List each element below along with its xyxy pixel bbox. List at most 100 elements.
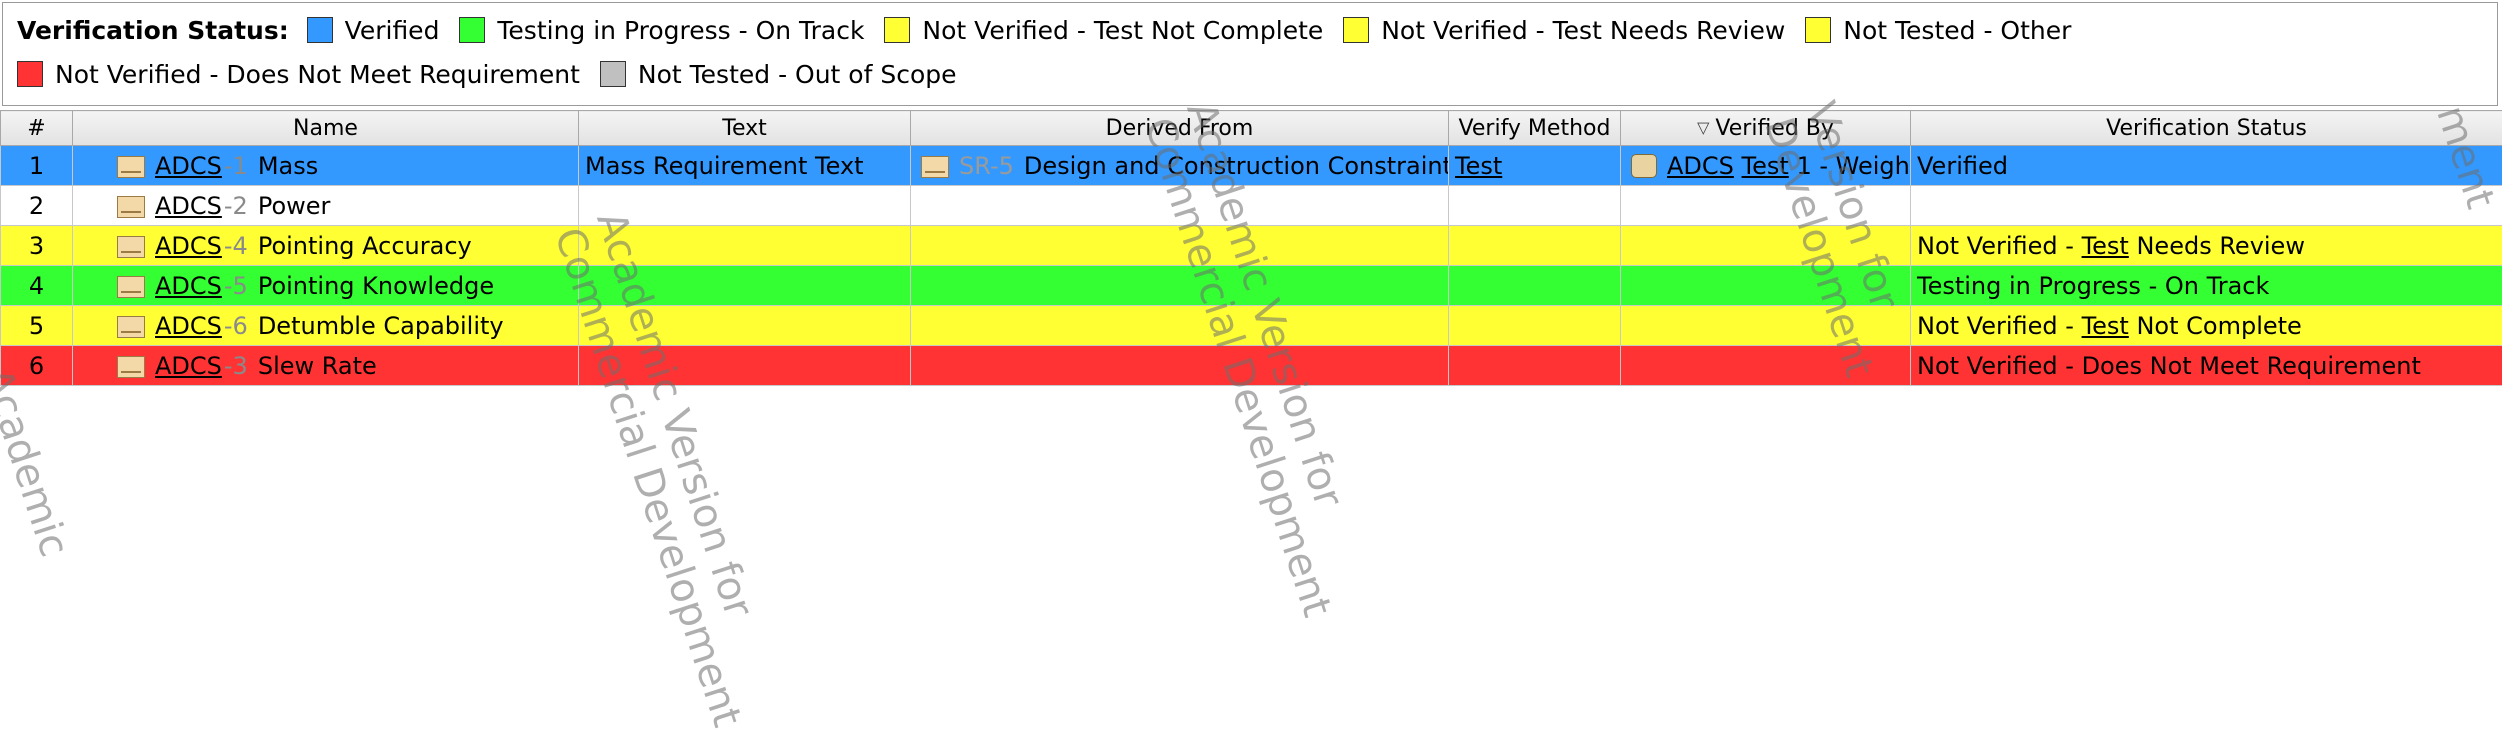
column-header-derived-from[interactable]: Derived From	[911, 111, 1449, 146]
requirement-id: -5	[224, 272, 248, 300]
text-cell[interactable]	[579, 306, 911, 346]
verified-by-cell[interactable]: ADCS Test 1 - Weigh	[1621, 146, 1911, 186]
table-row[interactable]: 5 ADCS-6 Detumble Capability Not Verified…	[1, 306, 2502, 346]
sort-descending-icon: ▽	[1697, 118, 1709, 137]
requirement-id: -3	[224, 352, 248, 380]
verification-status-cell[interactable]: Not Verified - Test Needs Review	[1911, 226, 2502, 266]
table-row[interactable]: 4 ADCS-5Pointing Knowledge Testing in Pr…	[1, 266, 2502, 306]
column-header-num[interactable]: #	[1, 111, 73, 146]
text-cell[interactable]: Mass Requirement Text	[579, 146, 911, 186]
column-header-verified-by[interactable]: ▽Verified By	[1621, 111, 1911, 146]
row-number: 2	[1, 186, 73, 226]
verify-method-cell[interactable]	[1449, 226, 1621, 266]
verify-method-cell[interactable]	[1449, 306, 1621, 346]
text-cell[interactable]	[579, 186, 911, 226]
requirement-name: Slew Rate	[258, 352, 377, 380]
requirement-prefix-link[interactable]: ADCS	[155, 232, 222, 260]
derived-from-cell[interactable]	[911, 266, 1449, 306]
table-row[interactable]: 6 ADCS-3Slew Rate Not Verified - Does No…	[1, 346, 2502, 386]
legend-item-testing-in-progress: Testing in Progress - On Track	[459, 9, 864, 53]
requirement-id: -6	[224, 312, 248, 340]
name-cell[interactable]: ADCS-2 Power	[73, 186, 579, 226]
requirement-name: Pointing Accuracy	[258, 232, 472, 260]
text-cell[interactable]	[579, 266, 911, 306]
watermark-text: Academic	[0, 362, 78, 563]
legend-item-test-not-complete: Not Verified - Test Not Complete	[884, 9, 1323, 53]
legend-swatch	[884, 17, 910, 43]
requirement-icon	[117, 196, 145, 218]
verified-by-cell[interactable]	[1621, 306, 1911, 346]
requirement-name: Detumble Capability	[258, 312, 504, 340]
requirement-prefix-link[interactable]: ADCS	[155, 272, 222, 300]
verified-by-cell[interactable]	[1621, 266, 1911, 306]
verify-method-cell[interactable]: Test	[1449, 146, 1621, 186]
verification-status-cell[interactable]: Not Verified - Test Not Complete	[1911, 306, 2502, 346]
requirement-icon	[117, 276, 145, 298]
derived-from-cell[interactable]: SR-5Design and Construction Constraints	[911, 146, 1449, 186]
legend-item-not-tested-other: Not Tested - Other	[1805, 9, 2071, 53]
derived-from-cell[interactable]	[911, 306, 1449, 346]
text-cell[interactable]	[579, 226, 911, 266]
row-number: 1	[1, 146, 73, 186]
verified-by-cell[interactable]	[1621, 346, 1911, 386]
name-cell[interactable]: ADCS-4 Pointing Accuracy	[73, 226, 579, 266]
derived-from-cell[interactable]	[911, 186, 1449, 226]
legend-row-2: Not Verified - Does Not Meet Requirement…	[17, 53, 2497, 97]
name-cell[interactable]: ADCS-1 Mass	[73, 146, 579, 186]
table-header-row: # Name Text Derived From Verify Method ▽…	[1, 111, 2502, 146]
verify-method-cell[interactable]	[1449, 266, 1621, 306]
verification-status-cell[interactable]: Verified	[1911, 146, 2502, 186]
verified-by-cell[interactable]	[1621, 186, 1911, 226]
requirement-prefix-link[interactable]: ADCS	[155, 192, 222, 220]
column-header-name[interactable]: Name	[73, 111, 579, 146]
table-body: 1 ADCS-1Mass Mass Requirement Text SR-5D…	[1, 146, 2502, 386]
legend-title: Verification Status:	[17, 16, 289, 45]
column-header-text[interactable]: Text	[579, 111, 911, 146]
requirement-name: Pointing Knowledge	[258, 272, 494, 300]
name-cell[interactable]: ADCS-5 Pointing Knowledge	[73, 266, 579, 306]
verified-by-rest: 1 - Weigh	[1796, 152, 1909, 180]
name-cell[interactable]: ADCS-6 Detumble Capability	[73, 306, 579, 346]
verification-status-legend: Verification Status: Verified Testing in…	[2, 2, 2498, 106]
verified-by-prefix-link[interactable]: ADCS	[1667, 152, 1734, 180]
verify-method-cell[interactable]	[1449, 186, 1621, 226]
legend-swatch	[1343, 17, 1369, 43]
verified-by-cell[interactable]	[1621, 226, 1911, 266]
requirement-prefix-link[interactable]: ADCS	[155, 152, 222, 180]
column-header-verify-method[interactable]: Verify Method	[1449, 111, 1621, 146]
legend-swatch	[600, 61, 626, 87]
table-row[interactable]: 1 ADCS-1Mass Mass Requirement Text SR-5D…	[1, 146, 2502, 186]
legend-item-does-not-meet: Not Verified - Does Not Meet Requirement	[17, 53, 580, 97]
legend-item-out-of-scope: Not Tested - Out of Scope	[600, 53, 957, 97]
name-cell[interactable]: ADCS-3 Slew Rate	[73, 346, 579, 386]
verify-method-cell[interactable]	[1449, 346, 1621, 386]
text-cell[interactable]	[579, 346, 911, 386]
requirement-icon	[921, 156, 949, 178]
table-row[interactable]: 2 ADCS-2 Power	[1, 186, 2502, 226]
verification-status-cell[interactable]: Testing in Progress - On Track	[1911, 266, 2502, 306]
column-header-verification-status[interactable]: Verification Status	[1911, 111, 2502, 146]
requirement-name: Power	[258, 192, 331, 220]
requirement-id: -2	[224, 192, 248, 220]
table-row[interactable]: 3 ADCS-4 Pointing Accuracy Not Verified -…	[1, 226, 2502, 266]
legend-row-1: Verification Status: Verified Testing in…	[17, 9, 2497, 53]
derived-from-cell[interactable]	[911, 346, 1449, 386]
legend-item-verified: Verified	[307, 9, 440, 53]
requirement-prefix-link[interactable]: ADCS	[155, 352, 222, 380]
verify-method-link[interactable]: Test	[1455, 152, 1502, 180]
derived-from-cell[interactable]	[911, 226, 1449, 266]
test-case-icon	[1631, 154, 1657, 178]
verification-status-cell[interactable]: Not Verified - Does Not Meet Requirement	[1911, 346, 2502, 386]
requirement-prefix-link[interactable]: ADCS	[155, 312, 222, 340]
row-number: 3	[1, 226, 73, 266]
requirement-icon	[117, 236, 145, 258]
derived-from-name: Design and Construction Constraints	[1024, 152, 1449, 180]
requirement-id: -1	[224, 152, 248, 180]
requirement-name: Mass	[258, 152, 318, 180]
requirements-table: # Name Text Derived From Verify Method ▽…	[0, 110, 2502, 386]
requirement-id: -4	[224, 232, 248, 260]
verification-status-cell[interactable]	[1911, 186, 2502, 226]
legend-swatch	[1805, 17, 1831, 43]
row-number: 5	[1, 306, 73, 346]
verified-by-test-link[interactable]: Test	[1742, 152, 1789, 180]
